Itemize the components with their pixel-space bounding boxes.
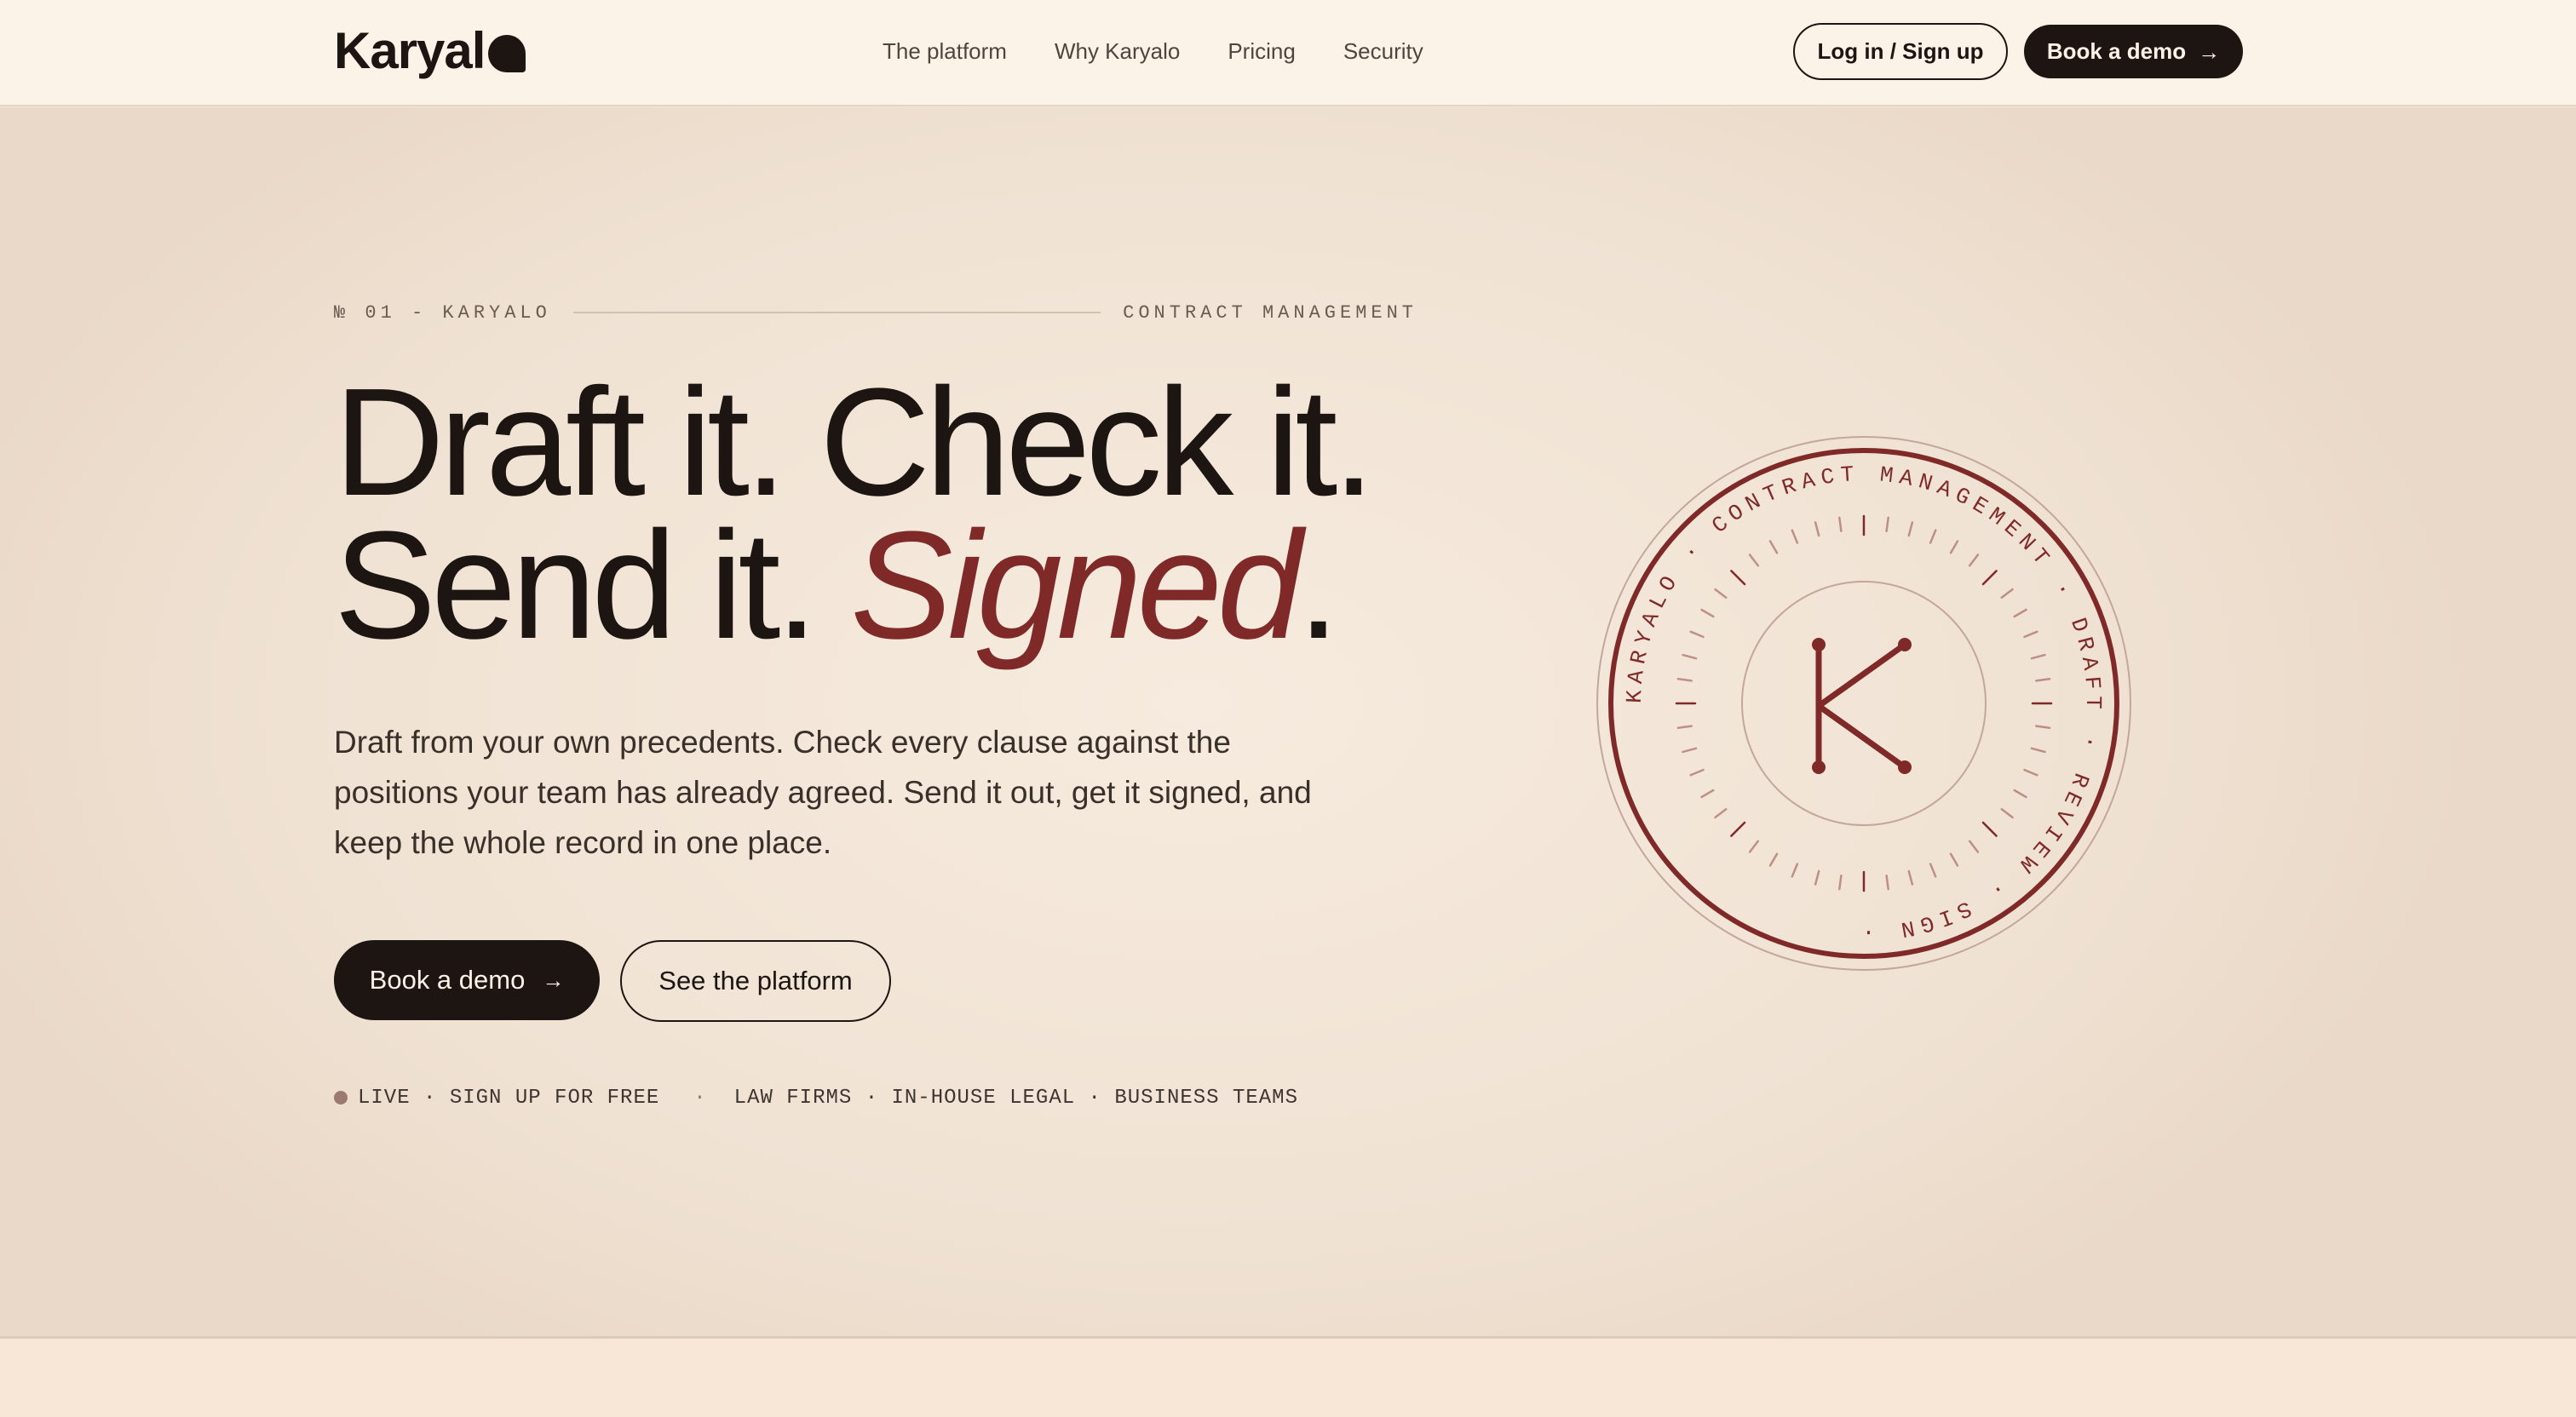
seal-tick (1730, 570, 1746, 586)
seal-tick (1676, 678, 1693, 682)
seal-tick (1768, 540, 1779, 554)
login-signup-button[interactable]: Log in / Sign up (1793, 23, 2008, 80)
seal-ticks (1675, 514, 2053, 892)
hero-headline: Draft it. Check it. Send it. Signed. (334, 357, 1527, 663)
seal-monogram-icon: KARYALO · CONTRACT MANAGEMENT · DRAFT · … (1596, 436, 2131, 971)
live-status-dot-icon (334, 1091, 348, 1104)
nav-item-pricing[interactable]: Pricing (1228, 36, 1295, 66)
seal-tick (1949, 540, 1959, 554)
seal-tick (1968, 840, 1980, 853)
seal-tick (1682, 747, 1698, 754)
seal-tick (1981, 570, 1998, 586)
nav-item-platform[interactable]: The platform (883, 36, 1007, 66)
book-demo-hero-label: Book a demo (369, 965, 526, 995)
kicker-category-label: CONTRACT MANAGEMENT (1123, 301, 1417, 324)
seal-tick (1791, 863, 1799, 878)
seal-tick (2013, 608, 2027, 618)
seal-tick (1885, 516, 1889, 532)
headline-line-2-start: Send it. (334, 500, 851, 671)
seal-tick (1907, 521, 1914, 537)
seal-tick (1730, 821, 1746, 837)
seal-tick (2000, 807, 2014, 819)
seal-tick (2000, 588, 2014, 600)
seal-tick (1689, 630, 1705, 639)
book-demo-header-label: Book a demo (2046, 38, 2187, 64)
seal-tick (1714, 588, 1728, 600)
seal-tick (1929, 863, 1937, 878)
seal-tick (2030, 653, 2046, 660)
hero-kicker: № 01 - KARYALO CONTRACT MANAGEMENT (334, 300, 1417, 325)
seal-tick (2035, 678, 2051, 682)
book-demo-hero-button[interactable]: Book a demo → (334, 940, 600, 1020)
seal-monogram (1812, 638, 1912, 774)
arrow-right-icon: → (2198, 38, 2221, 65)
seal-tick (1748, 554, 1760, 567)
seal-tick (1676, 725, 1693, 729)
site-header: Karyal The platform Why Karyalo Pricing … (0, 0, 2576, 106)
seal-tick (1814, 521, 1820, 537)
kicker-issue-label: № 01 - KARYALO (334, 301, 551, 324)
hero-description: Draft from your own precedents. Check ev… (334, 725, 1312, 860)
arrow-right-icon: → (542, 967, 565, 993)
nav-item-security[interactable]: Security (1343, 36, 1423, 66)
status-audience-text: LAW FIRMS · IN-HOUSE LEGAL · BUSINESS TE… (733, 1086, 1298, 1110)
seal-inner-ring (1741, 581, 1987, 826)
next-section-band (0, 1339, 2576, 1417)
seal-tick (1907, 869, 1914, 886)
seal-tick (1929, 529, 1937, 544)
nav-item-why-karyalo[interactable]: Why Karyalo (1055, 36, 1180, 66)
seal-tick (2035, 725, 2051, 729)
kicker-divider (572, 312, 1101, 313)
status-separator: · (693, 1086, 707, 1110)
see-platform-button[interactable]: See the platform (620, 940, 891, 1022)
seal-tick (1700, 789, 1715, 799)
seal-tick (1768, 852, 1779, 867)
seal-tick (1748, 840, 1760, 853)
seal-tick (1949, 852, 1959, 867)
status-live-text: LIVE · SIGN UP FOR FREE (358, 1086, 660, 1110)
seal-tick (2023, 630, 2038, 639)
seal-tick (1714, 807, 1728, 819)
headline-accent-word: Signed (850, 500, 1302, 671)
seal-tick (1700, 608, 1715, 618)
headline-line-2-end: . (1297, 500, 1340, 671)
book-demo-header-button[interactable]: Book a demo → (2024, 25, 2243, 78)
seal-tick (2013, 789, 2027, 799)
headline-line-2: Send it. Signed. (334, 509, 1527, 663)
seal-tick (1968, 554, 1980, 567)
seal-tick (1885, 875, 1889, 891)
logo-wordmark: Karyal (334, 22, 486, 79)
main-nav: The platform Why Karyalo Pricing Securit… (883, 36, 1423, 66)
seal-tick (1689, 768, 1705, 777)
headline-line-1: Draft it. Check it. (334, 357, 1375, 528)
hero-section: № 01 - KARYALO CONTRACT MANAGEMENT Draft… (0, 107, 2576, 1339)
logo-mark-icon (488, 35, 526, 72)
seal-tick (1682, 653, 1698, 660)
logo[interactable]: Karyal (334, 20, 526, 82)
seal-tick (1838, 875, 1843, 891)
seal-tick (2023, 768, 2038, 777)
seal-tick (2030, 747, 2046, 754)
seal-tick (1814, 869, 1820, 886)
seal-tick (1981, 821, 1998, 837)
hero-status-row: LIVE · SIGN UP FOR FREE · LAW FIRMS · IN… (334, 1083, 1298, 1112)
seal-tick (1838, 516, 1843, 532)
seal-tick (1791, 529, 1799, 544)
